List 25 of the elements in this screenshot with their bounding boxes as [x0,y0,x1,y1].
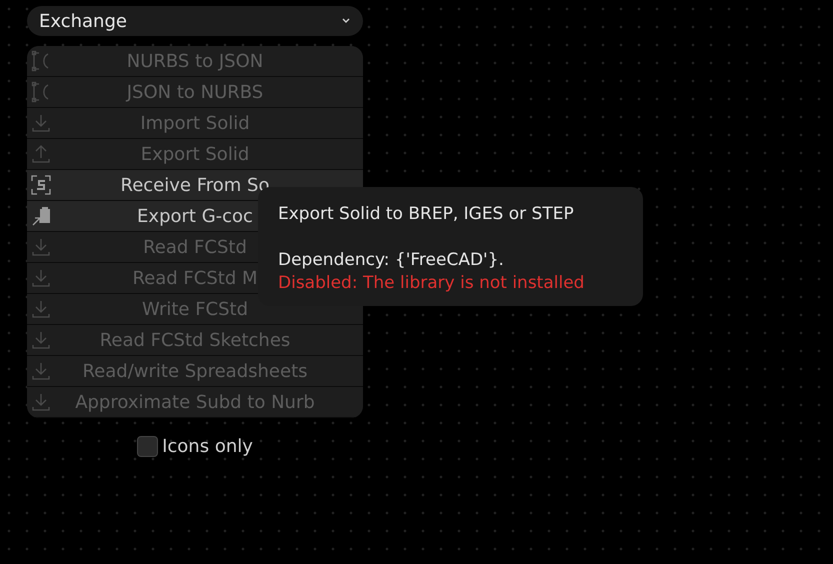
scan-icon [30,174,52,196]
node-label: NURBS to JSON [126,50,264,74]
category-dropdown[interactable]: Exchange [27,6,363,36]
download-icon [30,360,52,382]
node-label: Read FCStd M [132,266,258,290]
node-label: Export G-coc [137,204,253,228]
download-icon [30,112,52,134]
node-label: JSON to NURBS [126,80,264,104]
chevron-down-icon [341,17,351,25]
icons-only-checkbox[interactable] [137,436,158,457]
node-label: Read FCStd [143,236,247,260]
node-label: Approximate Subd to Nurb [75,390,315,414]
download-icon [30,298,52,320]
node-label: Write FCStd [142,298,248,322]
upload-icon [30,143,52,165]
download-icon [30,236,52,258]
node-label: Read FCStd Sketches [100,328,290,352]
clipboard-export-icon [30,205,52,227]
node-label: Read/write Spreadsheets [82,360,308,384]
download-icon [30,267,52,289]
download-icon [30,329,52,351]
node-label: Import Solid [140,112,250,136]
download-icon [30,391,52,413]
checkbox-label: Icons only [162,435,253,459]
node-label: Export Solid [140,142,250,166]
